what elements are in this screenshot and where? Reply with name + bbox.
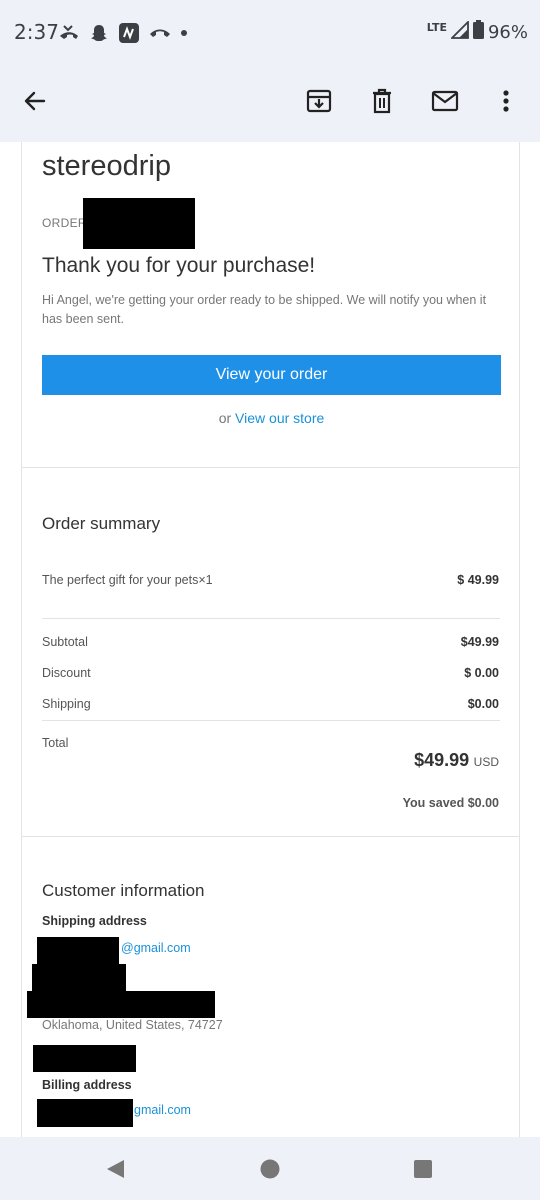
square-recents-icon — [414, 1160, 432, 1178]
mark-unread-button[interactable] — [428, 84, 462, 118]
more-vert-icon — [503, 90, 509, 112]
status-bar: 2:37 LTE 96% — [0, 0, 540, 64]
archive-icon — [306, 89, 332, 113]
total-value: $49.99 USD — [414, 750, 499, 771]
status-right: LTE 96% — [426, 19, 528, 44]
signal-icon — [449, 19, 469, 44]
shipping-value: $0.00 — [467, 697, 499, 711]
triangle-back-icon — [107, 1160, 124, 1178]
back-button[interactable] — [18, 84, 52, 118]
subtotal-label: Subtotal — [42, 635, 88, 649]
snapchat-icon — [89, 23, 109, 43]
battery-percent: 96% — [487, 21, 528, 43]
line-item-name: The perfect gift for your pets×1 — [42, 573, 213, 587]
line-item-price: $ 49.99 — [457, 573, 499, 587]
arrow-left-icon — [24, 91, 46, 111]
billing-address-title: Billing address — [42, 1078, 132, 1092]
customer-information-section: Customer information Shipping address @g… — [21, 837, 520, 1137]
redacted-order-number — [83, 198, 195, 249]
more-notifications-dot-icon — [180, 29, 188, 37]
customer-info-title: Customer information — [42, 881, 205, 900]
total-currency: USD — [473, 755, 499, 769]
archive-button[interactable] — [302, 84, 336, 118]
more-options-button[interactable] — [489, 84, 523, 118]
shipping-location: Oklahoma, United States, 74727 — [42, 1018, 223, 1032]
redacted-shipping-phone — [33, 1045, 136, 1072]
order-summary-section: Order summary The perfect gift for your … — [21, 468, 520, 837]
call-end-icon — [149, 26, 171, 40]
or-text: or — [218, 410, 232, 426]
email-body[interactable]: stereodrip ORDER Thank you for your purc… — [0, 142, 540, 1137]
divider — [42, 618, 500, 619]
divider — [42, 720, 500, 721]
total-label: Total — [42, 736, 69, 750]
delete-button[interactable] — [365, 84, 399, 118]
battery-icon — [472, 20, 484, 44]
nav-recents-button[interactable] — [410, 1156, 436, 1182]
system-nav-bar — [0, 1137, 540, 1200]
redacted-shipping-city — [27, 991, 215, 1018]
redacted-billing-name — [37, 1099, 133, 1127]
savings-text: You saved $0.00 — [402, 796, 499, 810]
mail-icon — [431, 90, 459, 112]
shipping-label: Shipping — [42, 697, 91, 711]
subtotal-value: $49.99 — [460, 635, 499, 649]
shop-name: stereodrip — [42, 150, 171, 182]
order-header-section: stereodrip ORDER Thank you for your purc… — [21, 142, 520, 468]
app-notification-icon — [118, 22, 140, 44]
network-type: LTE — [426, 21, 447, 34]
nav-back-button[interactable] — [102, 1156, 128, 1182]
notification-icons — [58, 20, 188, 46]
circle-home-icon — [260, 1159, 280, 1179]
total-amount: $49.99 — [414, 750, 470, 770]
trash-icon — [373, 88, 391, 114]
shipping-email-link[interactable]: @gmail.com — [121, 941, 191, 955]
discount-value: $ 0.00 — [464, 666, 499, 680]
view-order-button[interactable]: View your order — [42, 355, 501, 395]
order-number-label: ORDER — [42, 216, 87, 230]
missed-call-icon — [58, 24, 80, 42]
redacted-shipping-name — [37, 937, 119, 964]
order-intro-text: Hi Angel, we're getting your order ready… — [42, 293, 487, 326]
nav-home-button[interactable] — [257, 1156, 283, 1182]
email-toolbar — [0, 64, 540, 142]
view-store-link[interactable]: View our store — [235, 410, 324, 426]
shipping-address-title: Shipping address — [42, 914, 147, 928]
store-link-line: or View our store — [22, 410, 521, 426]
billing-email-link[interactable]: gmail.com — [134, 1103, 191, 1117]
discount-label: Discount — [42, 666, 91, 680]
status-time: 2:37 — [14, 20, 59, 44]
thank-you-heading: Thank you for your purchase! — [42, 254, 316, 277]
redacted-shipping-street — [32, 964, 126, 991]
order-summary-title: Order summary — [42, 514, 161, 533]
